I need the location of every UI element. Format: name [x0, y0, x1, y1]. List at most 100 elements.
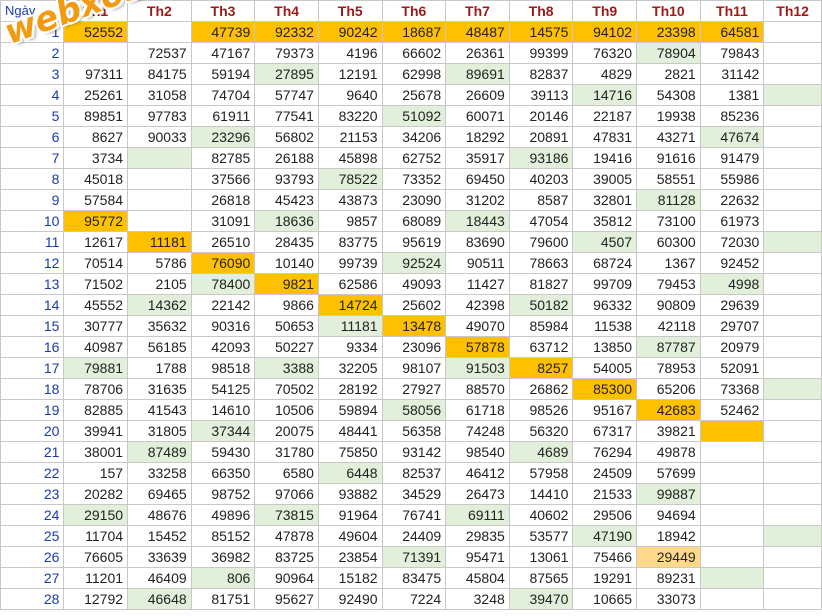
day-cell: 21 — [0, 441, 65, 463]
value-cell: 37344 — [190, 420, 256, 442]
day-cell: 19 — [0, 399, 65, 421]
value-cell: 35632 — [127, 315, 192, 337]
value-cell: 11201 — [63, 567, 129, 589]
day-cell: 13 — [0, 273, 65, 295]
value-cell: 90809 — [636, 294, 701, 316]
value-cell: 5786 — [127, 252, 192, 274]
value-cell: 99739 — [317, 252, 383, 274]
value-cell: 49896 — [190, 504, 256, 526]
value-cell — [763, 315, 822, 337]
value-cell: 84175 — [127, 63, 192, 85]
table-row: 8 45018 37566 93793 78522 73352 69450 40203 3900… — [0, 168, 822, 190]
day-cell: 2 — [0, 42, 65, 64]
value-cell — [763, 588, 822, 610]
value-cell: 49093 — [381, 273, 447, 295]
month-header: Th9 — [572, 0, 638, 22]
day-cell: 28 — [0, 588, 65, 610]
table-row: 6 8627 90033 23296 56802 21153 34206 18292 20891… — [0, 126, 822, 148]
value-cell: 76320 — [572, 42, 638, 64]
value-cell: 24409 — [381, 525, 447, 547]
value-cell: 99887 — [636, 483, 701, 505]
value-cell: 96332 — [572, 294, 638, 316]
value-cell: 18942 — [636, 525, 701, 547]
value-cell: 91503 — [445, 357, 510, 379]
value-cell: 34206 — [381, 126, 447, 148]
value-cell: 47190 — [572, 525, 638, 547]
day-cell: 3 — [0, 63, 65, 85]
value-cell — [763, 546, 822, 568]
value-cell: 47739 — [190, 21, 256, 43]
value-cell — [763, 273, 822, 295]
value-cell — [763, 462, 822, 484]
value-cell: 98107 — [381, 357, 447, 379]
value-cell: 90033 — [127, 126, 192, 148]
value-cell: 47167 — [190, 42, 256, 64]
month-header: Th12 — [763, 0, 822, 22]
value-cell: 14575 — [508, 21, 574, 43]
value-cell: 42398 — [445, 294, 510, 316]
month-header: Th3 — [190, 0, 256, 22]
value-cell: 18292 — [445, 126, 510, 148]
value-cell: 94102 — [572, 21, 638, 43]
value-cell: 78904 — [636, 42, 701, 64]
value-cell: 57699 — [636, 462, 701, 484]
value-cell: 94694 — [636, 504, 701, 526]
value-cell: 12792 — [63, 588, 129, 610]
value-cell: 90242 — [317, 21, 383, 43]
value-cell: 35812 — [572, 210, 638, 232]
value-cell: 23096 — [381, 336, 447, 358]
value-cell: 62752 — [381, 147, 447, 169]
value-cell: 27927 — [381, 378, 447, 400]
value-cell: 57958 — [508, 462, 574, 484]
value-cell: 76605 — [63, 546, 129, 568]
table-row: 17 79881 1788 98518 3388 32205 98107 91503 8257 5… — [0, 357, 822, 379]
value-cell: 76741 — [381, 504, 447, 526]
value-cell: 29449 — [636, 546, 701, 568]
value-cell — [699, 441, 765, 463]
value-cell: 22187 — [572, 105, 638, 127]
value-cell: 61911 — [190, 105, 256, 127]
value-cell: 157 — [63, 462, 129, 484]
value-cell: 69111 — [445, 504, 510, 526]
table-row: 1 52552 47739 92332 90242 18687 48487 14575 9410… — [0, 21, 822, 43]
month-header: Th1 — [63, 0, 129, 22]
value-cell: 14724 — [317, 294, 383, 316]
value-cell: 90964 — [254, 567, 319, 589]
value-cell: 31142 — [699, 63, 765, 85]
value-cell — [763, 294, 822, 316]
table-row: 21 38001 87489 59430 31780 75850 93142 98540 468… — [0, 441, 822, 463]
value-cell: 48441 — [317, 420, 383, 442]
value-cell: 65206 — [636, 378, 701, 400]
value-cell — [763, 504, 822, 526]
value-cell: 3248 — [445, 588, 510, 610]
table-row: 15 30777 35632 90316 50653 11181 13478 49070 859… — [0, 315, 822, 337]
day-cell: 6 — [0, 126, 65, 148]
value-cell: 41543 — [127, 399, 192, 421]
value-cell: 82837 — [508, 63, 574, 85]
value-cell: 82885 — [63, 399, 129, 421]
value-cell: 39113 — [508, 84, 574, 106]
value-cell: 79881 — [63, 357, 129, 379]
value-cell: 89691 — [445, 63, 510, 85]
value-cell: 39005 — [572, 168, 638, 190]
value-cell — [699, 588, 765, 610]
value-cell: 12617 — [63, 231, 129, 253]
value-cell — [699, 483, 765, 505]
value-cell — [763, 399, 822, 421]
value-cell: 72537 — [127, 42, 192, 64]
value-cell: 21533 — [572, 483, 638, 505]
value-cell: 57878 — [445, 336, 510, 358]
value-cell: 23398 — [636, 21, 701, 43]
value-cell — [763, 42, 822, 64]
value-cell: 97311 — [63, 63, 129, 85]
value-cell — [763, 147, 822, 169]
value-cell: 56802 — [254, 126, 319, 148]
value-cell — [699, 525, 765, 547]
value-cell: 37566 — [190, 168, 256, 190]
value-cell — [763, 126, 822, 148]
value-cell: 90511 — [445, 252, 510, 274]
value-cell: 47878 — [254, 525, 319, 547]
day-column-header: Ngày — [0, 0, 65, 22]
value-cell: 47054 — [508, 210, 574, 232]
value-cell: 72030 — [699, 231, 765, 253]
